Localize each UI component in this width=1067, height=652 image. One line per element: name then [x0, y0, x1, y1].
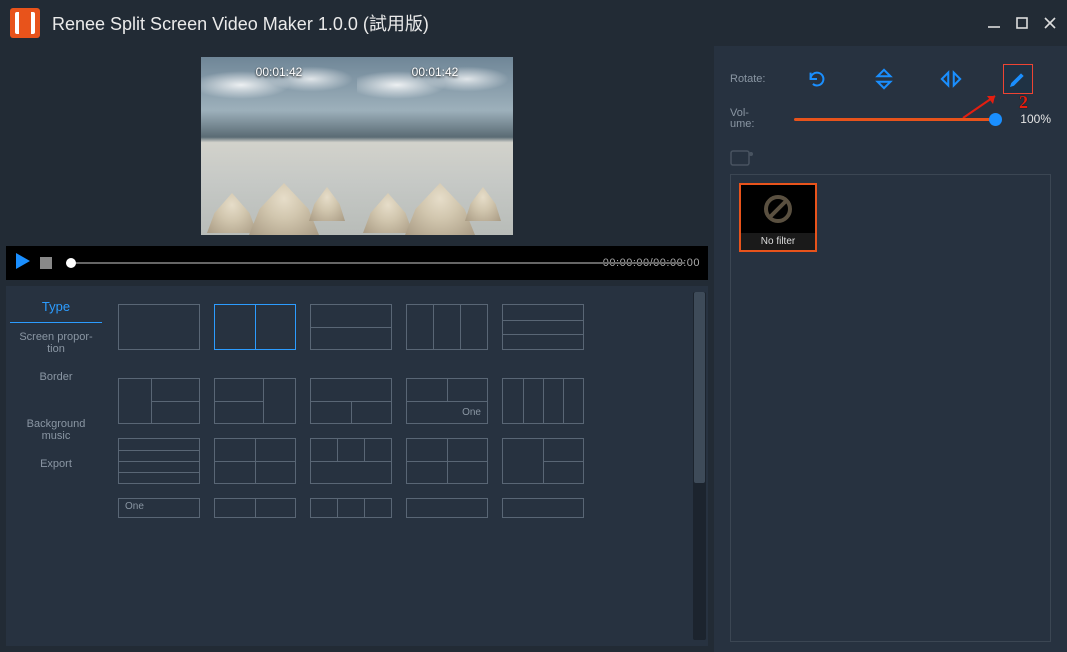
layout-mix-b[interactable]: [406, 438, 488, 484]
play-button[interactable]: [14, 252, 32, 275]
layout-3row[interactable]: [502, 304, 584, 350]
flip-vertical-button[interactable]: [870, 65, 898, 93]
annotation-badge-2: 2: [1019, 92, 1028, 113]
maximize-button[interactable]: [1015, 16, 1029, 30]
layout-4col[interactable]: [502, 378, 584, 424]
layout-2row[interactable]: [310, 304, 392, 350]
volume-label: Vol- ume:: [730, 108, 784, 130]
layout-mix-a[interactable]: [310, 438, 392, 484]
playback-bar: 00:00:00/00:00:00: [6, 246, 708, 280]
filter-label: No filter: [741, 233, 815, 250]
layout-row4-d[interactable]: [406, 498, 488, 518]
layout-4a[interactable]: One: [406, 378, 488, 424]
window-controls: [987, 16, 1057, 30]
layout-mix-c[interactable]: [502, 438, 584, 484]
tab-border[interactable]: Border: [10, 363, 102, 391]
effects-icon: [730, 148, 756, 168]
volume-control: Vol- ume: 100%: [730, 108, 1051, 130]
tab-screen-proportion[interactable]: Screen propor- tion: [10, 323, 102, 363]
layout-one-label: One: [462, 407, 481, 418]
layout-row4-a[interactable]: One: [118, 498, 200, 518]
layout-4row[interactable]: [118, 438, 200, 484]
split-preview: 00:01:42 00:01:42: [201, 57, 513, 235]
seek-slider[interactable]: [66, 260, 685, 266]
layout-t-bottom[interactable]: [310, 378, 392, 424]
preview-panel-1[interactable]: 00:01:42: [201, 57, 357, 235]
rotate-controls: Rotate:: [730, 60, 1051, 98]
layout-row4-b[interactable]: [214, 498, 296, 518]
panel-1-timestamp: 00:01:42: [201, 65, 357, 79]
filter-list: No filter: [730, 174, 1051, 642]
clip-controls-panel: 2 Rotate: Vol- ume:: [714, 46, 1067, 652]
stop-button[interactable]: [40, 257, 52, 269]
layout-templates: One: [106, 286, 708, 646]
template-panel: Type Screen propor- tion Border Backgrou…: [6, 286, 708, 646]
edit-clip-button[interactable]: [1004, 65, 1032, 93]
app-title: Renee Split Screen Video Maker 1.0.0 (試用…: [52, 10, 429, 36]
rotate-label: Rotate:: [730, 74, 784, 85]
seek-thumb[interactable]: [66, 258, 76, 268]
filter-no-filter[interactable]: No filter: [739, 183, 817, 252]
volume-value: 100%: [1007, 112, 1051, 126]
minimize-button[interactable]: [987, 16, 1001, 30]
layout-3col[interactable]: [406, 304, 488, 350]
panel-2-timestamp: 00:01:42: [357, 65, 513, 79]
layout-one-label-2: One: [125, 501, 144, 512]
scrollbar-thumb[interactable]: [694, 292, 705, 483]
layout-r-top[interactable]: [214, 378, 296, 424]
layout-row4-e[interactable]: [502, 498, 584, 518]
rotate-cw-button[interactable]: [803, 65, 831, 93]
volume-slider-thumb[interactable]: [989, 113, 1002, 126]
titlebar: Renee Split Screen Video Maker 1.0.0 (試用…: [0, 0, 1067, 46]
close-button[interactable]: [1043, 16, 1057, 30]
layout-2col[interactable]: [214, 304, 296, 350]
template-scrollbar[interactable]: [693, 292, 706, 640]
preview-panel-2[interactable]: 00:01:42: [357, 57, 513, 235]
layout-1x1[interactable]: [118, 304, 200, 350]
tab-background-music[interactable]: Background music: [10, 410, 102, 450]
layout-2x2[interactable]: [214, 438, 296, 484]
preview-area: 1 00:01:42 00:01:42: [6, 46, 708, 246]
volume-slider[interactable]: [794, 118, 997, 121]
app-logo-icon: [10, 8, 40, 38]
layout-row4-c[interactable]: [310, 498, 392, 518]
tab-type[interactable]: Type: [10, 292, 102, 323]
layout-l-top[interactable]: [118, 378, 200, 424]
flip-horizontal-button[interactable]: [937, 65, 965, 93]
sidebar-tabs: Type Screen propor- tion Border Backgrou…: [6, 286, 106, 646]
no-filter-icon: [741, 185, 815, 233]
tab-export[interactable]: Export: [10, 450, 102, 478]
